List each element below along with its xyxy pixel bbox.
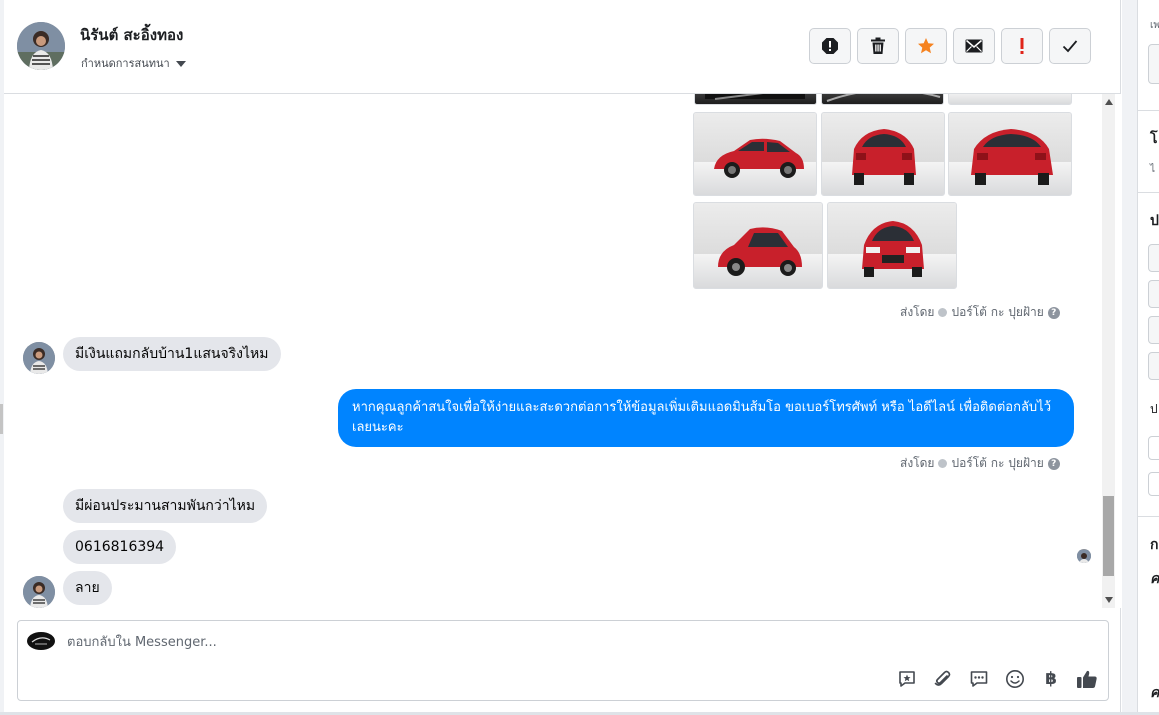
mark-spam-button[interactable] [809, 28, 851, 64]
incoming-message-phone: 0616816394 [63, 530, 177, 564]
panel-field[interactable] [1148, 244, 1159, 272]
contact-name: นิรันต์ สะอิ้งทอง [80, 26, 184, 44]
page-icon [938, 308, 948, 317]
conversation-settings-dropdown[interactable]: กำหนดการสนทนา [81, 54, 186, 72]
panel-heading: ป [1150, 213, 1159, 229]
caret-down-icon [175, 60, 186, 67]
panel-field[interactable] [1148, 280, 1159, 308]
divider [1138, 110, 1159, 111]
panel-field[interactable] [1148, 436, 1159, 460]
sent-by-text: ส่งโดย [900, 456, 935, 470]
delete-button[interactable] [857, 28, 899, 64]
payment-button[interactable]: ฿ [1040, 668, 1062, 690]
reply-composer: ฿ [17, 620, 1109, 701]
page-logo [27, 632, 55, 650]
baht-icon: ฿ [1045, 669, 1057, 689]
scroll-up-icon[interactable] [1105, 99, 1113, 105]
panel-text: ไ [1150, 164, 1156, 175]
incoming-message: มีผ่อนประมานสามพันกว่าไหม [63, 489, 268, 523]
sender-name: ปอร์โต้ กะ ปุยฝ้าย [951, 456, 1044, 470]
panel-heading: ก [1150, 537, 1159, 553]
trash-icon [871, 37, 885, 54]
panel-text: ป [1150, 402, 1158, 416]
panel-field[interactable] [1148, 44, 1159, 84]
star-icon [918, 38, 934, 54]
composer-toolbar: ฿ [896, 668, 1098, 690]
conversation-header: นิรันต์ สะอิ้งทอง กำหนดการสนทนา [4, 0, 1121, 94]
star-button[interactable] [905, 28, 947, 64]
mark-unread-button[interactable] [953, 28, 995, 64]
panel-field[interactable] [1148, 352, 1159, 380]
checkmark-icon [1062, 40, 1078, 53]
sent-by-label: ส่งโดย ปอร์โต้ กะ ปุยฝ้าย ? [900, 454, 1060, 473]
saved-reply-icon [899, 671, 915, 687]
outgoing-message: หากคุณลูกค้าสนใจเพื่อให้ง่ายและสะดวกต่อก… [338, 389, 1074, 447]
emoji-icon [1006, 670, 1024, 688]
car-photo-side[interactable] [693, 112, 817, 196]
exclamation-icon [1020, 38, 1024, 54]
contact-avatar-small[interactable] [23, 576, 55, 608]
car-photo-rear[interactable] [821, 112, 945, 196]
message-scrollbar[interactable] [1102, 94, 1115, 608]
thumbs-up-icon [1077, 670, 1097, 688]
contact-avatar[interactable] [17, 22, 65, 70]
attachment-icon [934, 670, 951, 686]
quick-reply-button[interactable] [968, 668, 990, 690]
car-photo-front-angle[interactable] [693, 202, 823, 289]
panel-text: เพ [1150, 20, 1159, 31]
scroll-down-icon[interactable] [1105, 597, 1113, 603]
help-icon[interactable]: ? [1047, 306, 1060, 319]
sent-by-label: ส่งโดย ปอร์โต้ กะ ปุยฝ้าย ? [900, 303, 1060, 322]
panel-heading: โ [1150, 131, 1158, 147]
incoming-message: ลาย [63, 571, 112, 605]
spam-icon [822, 38, 838, 54]
sender-name: ปอร์โต้ กะ ปุยฝ้าย [951, 305, 1044, 319]
panel-gap [1122, 0, 1137, 715]
chat-panel: นิรันต์ สะอิ้งทอง กำหนดการสนทนา ส่งโดย ป… [4, 0, 1121, 712]
saved-reply-button[interactable] [896, 668, 918, 690]
car-photo[interactable] [948, 94, 1072, 105]
attach-file-button[interactable] [932, 668, 954, 690]
reply-input[interactable] [67, 632, 767, 652]
panel-text: ค [1150, 571, 1159, 587]
chat-bubble-icon [970, 671, 988, 687]
car-photo-rear-angle[interactable] [948, 112, 1072, 196]
envelope-icon [965, 39, 983, 53]
panel-field[interactable] [1148, 316, 1159, 344]
customer-info-panel: เพ โ ไ ป ป ก ค ค [1137, 0, 1159, 715]
mark-done-button[interactable] [1049, 28, 1091, 64]
header-actions [809, 28, 1091, 64]
message-thread[interactable]: ส่งโดย ปอร์โต้ กะ ปุยฝ้าย ? มีเงินแถมกลั… [4, 94, 1121, 608]
car-photo[interactable] [821, 94, 944, 105]
contact-avatar-small[interactable] [23, 342, 55, 374]
divider [1138, 516, 1159, 517]
car-photo-front[interactable] [827, 202, 957, 289]
panel-text: ค [1150, 685, 1159, 701]
seen-avatar [1077, 549, 1091, 563]
incoming-message: มีเงินแถมกลับบ้าน1แสนจริงไหม [63, 337, 281, 371]
send-like-button[interactable] [1076, 668, 1098, 690]
scroll-thumb[interactable] [1103, 496, 1114, 576]
emoji-button[interactable] [1004, 668, 1026, 690]
resize-handle[interactable] [0, 404, 3, 434]
divider [1138, 192, 1159, 193]
page-icon [938, 459, 948, 468]
follow-up-button[interactable] [1001, 28, 1043, 64]
conversation-settings-label: กำหนดการสนทนา [81, 57, 170, 70]
sent-by-text: ส่งโดย [900, 305, 935, 319]
help-icon[interactable]: ? [1047, 457, 1060, 470]
car-photo[interactable] [694, 94, 817, 105]
panel-field[interactable] [1148, 472, 1159, 496]
